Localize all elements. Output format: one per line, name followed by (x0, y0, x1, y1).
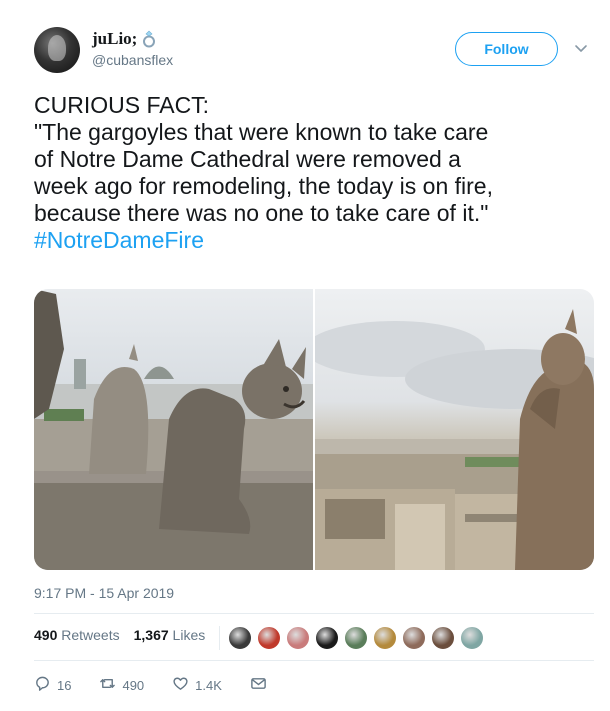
tweet-media[interactable] (34, 289, 594, 570)
heart-icon (172, 675, 189, 695)
reply-count: 16 (57, 677, 72, 693)
like-stat[interactable]: 1,367 Likes (134, 627, 206, 643)
liker-avatar[interactable] (315, 626, 339, 650)
user-handle[interactable]: @cubansflex (92, 52, 173, 68)
chevron-down-icon[interactable] (574, 41, 588, 55)
display-name[interactable]: juLio; (92, 29, 173, 49)
mail-icon (250, 675, 267, 695)
avatar[interactable] (34, 27, 80, 73)
tweet-stats: 490 Retweets 1,367 Likes (34, 627, 205, 643)
retweet-button[interactable]: 490 (99, 675, 144, 695)
like-count: 1,367 (133, 627, 169, 643)
tweet-header: juLio; @cubansflex Follow (34, 24, 594, 76)
liker-avatar[interactable] (402, 626, 426, 650)
like-action-count: 1.4K (195, 677, 222, 693)
direct-message-button[interactable] (250, 675, 267, 695)
tweet-line: because there was no one to take care of… (34, 200, 489, 226)
tweet-actions: 16 490 1.4K (34, 675, 295, 695)
liker-avatar[interactable] (228, 626, 252, 650)
liker-avatar[interactable] (460, 626, 484, 650)
retweet-stat-label: Retweets (61, 627, 120, 643)
gargoyle-photo-left[interactable] (34, 289, 313, 570)
reply-button[interactable]: 16 (34, 675, 71, 695)
user-names: juLio; @cubansflex (92, 29, 173, 68)
like-stat-label: Likes (172, 627, 206, 643)
tweet-text: CURIOUS FACT: "The gargoyles that were k… (34, 92, 599, 254)
gargoyle-photo-right[interactable] (315, 289, 594, 570)
liker-avatar[interactable] (431, 626, 455, 650)
reply-icon (34, 675, 51, 695)
divider (34, 613, 594, 614)
liker-avatar[interactable] (257, 626, 281, 650)
retweet-action-count: 490 (122, 677, 145, 693)
liker-avatars (219, 626, 484, 650)
hashtag-link[interactable]: #NotreDameFire (34, 227, 599, 254)
tweet-line: "The gargoyles that were known to take c… (34, 119, 489, 145)
tweet-line: of Notre Dame Cathedral were removed a (34, 146, 461, 172)
liker-avatar[interactable] (344, 626, 368, 650)
retweet-stat[interactable]: 490 Retweets (34, 627, 120, 643)
retweet-count: 490 (34, 627, 58, 643)
follow-button[interactable]: Follow (455, 32, 558, 66)
tweet-line: CURIOUS FACT: (34, 92, 210, 118)
like-button[interactable]: 1.4K (172, 675, 222, 695)
ring-icon (141, 30, 157, 48)
divider (34, 660, 594, 661)
tweet-line: week ago for remodeling, the today is on… (34, 173, 493, 199)
display-name-text[interactable]: juLio; (92, 29, 137, 49)
liker-avatar[interactable] (373, 626, 397, 650)
tweet-timestamp[interactable]: 9:17 PM - 15 Apr 2019 (34, 585, 174, 601)
retweet-icon (99, 675, 116, 695)
liker-avatar[interactable] (286, 626, 310, 650)
